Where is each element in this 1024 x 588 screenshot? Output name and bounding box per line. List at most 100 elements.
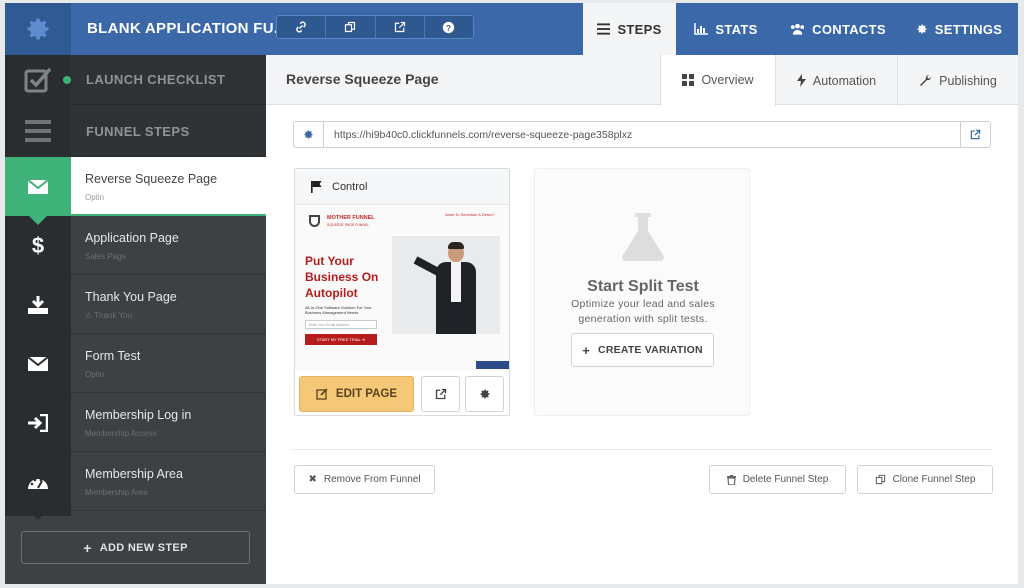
step-type: Optin <box>85 370 105 379</box>
logo-gear-icon[interactable] <box>5 3 71 55</box>
person-shirt <box>451 262 461 302</box>
step-name: Form Test <box>85 349 141 363</box>
person-hair <box>448 242 464 249</box>
split-test-card: Start Split Test Optimize your lead and … <box>534 168 750 416</box>
svg-text:?: ? <box>446 23 451 32</box>
step-name: Application Page <box>85 231 179 245</box>
nav-steps-label: STEPS <box>617 21 662 37</box>
page-url-bar: https://hi9b40c0.clickfunnels.com/revers… <box>293 121 991 148</box>
preview-page-button[interactable] <box>421 376 460 412</box>
link-icon[interactable] <box>277 16 327 38</box>
plus-icon: + <box>83 539 92 556</box>
tab-publishing-label: Publishing <box>939 73 997 88</box>
create-variation-label: CREATE VARIATION <box>598 344 703 356</box>
bars-icon <box>597 23 611 35</box>
flask-icon <box>622 213 664 261</box>
split-test-description: Optimize your lead and sales generation … <box>571 298 715 325</box>
nav-contacts[interactable]: CONTACTS <box>776 3 900 55</box>
add-new-step-label: ADD NEW STEP <box>99 541 188 554</box>
nav-settings-label: SETTINGS <box>934 21 1003 37</box>
nav-stats[interactable]: STATS <box>676 3 776 55</box>
gear-icon <box>480 389 489 399</box>
preview-badge <box>476 361 509 369</box>
bar-chart-icon <box>694 23 709 35</box>
step-type: ⚠ Thank You <box>85 311 133 320</box>
sidebar: LAUNCH CHECKLIST FUNNEL STEPS Reverse Sq… <box>5 55 266 584</box>
step-name: Membership Log in <box>85 408 192 422</box>
tab-overview[interactable]: Overview <box>660 55 775 106</box>
plus-icon: + <box>582 342 591 358</box>
tab-automation[interactable]: Automation <box>775 55 897 106</box>
menu-icon <box>5 105 71 157</box>
variant-header: Control <box>295 169 509 205</box>
top-bar: BLANK APPLICATION FU... ? STEPS STATS CO… <box>5 3 1018 55</box>
users-icon <box>791 23 805 35</box>
step-name: Membership Area <box>85 467 183 481</box>
remove-from-funnel-button[interactable]: ✖ Remove From Funnel <box>294 465 435 494</box>
nav-contacts-label: CONTACTS <box>812 21 886 37</box>
tab-automation-label: Automation <box>812 73 877 88</box>
copy-icon[interactable] <box>326 16 376 38</box>
funnel-steps-header[interactable]: FUNNEL STEPS <box>5 105 266 157</box>
step-type: Membership Area <box>85 488 148 497</box>
grid-icon <box>682 74 695 86</box>
delete-funnel-step-button[interactable]: Delete Funnel Step <box>709 465 846 494</box>
split-test-title: Start Split Test <box>587 278 699 295</box>
preview-logo-icon <box>309 215 320 227</box>
launch-checklist[interactable]: LAUNCH CHECKLIST <box>5 55 266 105</box>
bolt-icon <box>796 74 806 87</box>
preview-description: All-In-One Software Solution For Your Bu… <box>305 305 372 315</box>
checklist-icon <box>5 55 71 105</box>
create-variation-button[interactable]: + CREATE VARIATION <box>571 333 714 367</box>
preview-headline-1: Put Your <box>305 254 354 268</box>
app-window: BLANK APPLICATION FU... ? STEPS STATS CO… <box>5 3 1018 584</box>
edit-page-label: EDIT PAGE <box>335 388 398 400</box>
variant-actions: EDIT PAGE <box>299 376 507 412</box>
trash-icon <box>726 474 736 485</box>
main-header: Reverse Squeeze Page Overview Automation… <box>266 55 1018 106</box>
nav-steps[interactable]: STEPS <box>583 3 676 55</box>
edit-page-button[interactable]: EDIT PAGE <box>299 376 414 412</box>
tab-overview-label: Overview <box>701 73 754 87</box>
status-dot <box>63 76 71 84</box>
preview-email-input: Enter Your Email Address <box>305 320 377 329</box>
external-link-icon[interactable] <box>960 122 990 147</box>
step-type: Membership Access <box>85 429 157 438</box>
nav-stats-label: STATS <box>715 21 758 37</box>
variant-settings-button[interactable] <box>465 376 504 412</box>
step-name: Thank You Page <box>85 290 177 304</box>
preview-photo <box>392 236 500 334</box>
preview-cta-button: START MY FREE TRIAL ➜ <box>305 334 377 345</box>
external-link-icon[interactable] <box>376 16 425 38</box>
step-reverse-squeeze-page[interactable]: Reverse Squeeze Page Optin <box>5 157 266 225</box>
variant-card-control: Control MOTHER FUNNEL SQUEEZE PAGE FUNNE… <box>294 168 510 416</box>
help-icon[interactable]: ? <box>425 16 473 38</box>
gear-icon[interactable] <box>294 122 324 147</box>
step-type: Sales Page <box>85 252 126 261</box>
delete-funnel-step-label: Delete Funnel Step <box>742 474 829 485</box>
funnel-title[interactable]: BLANK APPLICATION FU... <box>87 20 287 37</box>
page-title: Reverse Squeeze Page <box>286 71 439 87</box>
quick-actions: ? <box>276 15 474 39</box>
launch-checklist-label: LAUNCH CHECKLIST <box>86 72 226 87</box>
preview-brand-sub: SQUEEZE PAGE FUNNEL <box>327 223 370 227</box>
step-type: Optin <box>85 193 105 202</box>
funnel-steps-label: FUNNEL STEPS <box>86 124 190 139</box>
clone-funnel-step-button[interactable]: Clone Funnel Step <box>857 465 993 494</box>
page-url[interactable]: https://hi9b40c0.clickfunnels.com/revers… <box>334 129 632 141</box>
flag-icon <box>311 180 322 193</box>
gear-icon <box>917 24 927 34</box>
preview-headline-3: Autopilot <box>305 286 358 300</box>
external-link-icon <box>435 388 446 400</box>
page-preview-thumbnail[interactable]: MOTHER FUNNEL SQUEEZE PAGE FUNNEL Want T… <box>295 206 509 370</box>
preview-brand: MOTHER FUNNEL <box>327 215 375 221</box>
clone-funnel-step-label: Clone Funnel Step <box>892 474 976 485</box>
nav-settings[interactable]: SETTINGS <box>900 3 1018 55</box>
preview-top-note: Want To Schedule A Demo? <box>445 212 495 217</box>
envelope-icon <box>5 157 71 225</box>
add-new-step-button[interactable]: + ADD NEW STEP <box>21 531 250 564</box>
step-type-text: Thank You <box>94 311 133 320</box>
preview-headline-2: Business On <box>305 270 379 284</box>
tab-publishing[interactable]: Publishing <box>897 55 1018 106</box>
remove-from-funnel-label: Remove From Funnel <box>323 474 421 485</box>
